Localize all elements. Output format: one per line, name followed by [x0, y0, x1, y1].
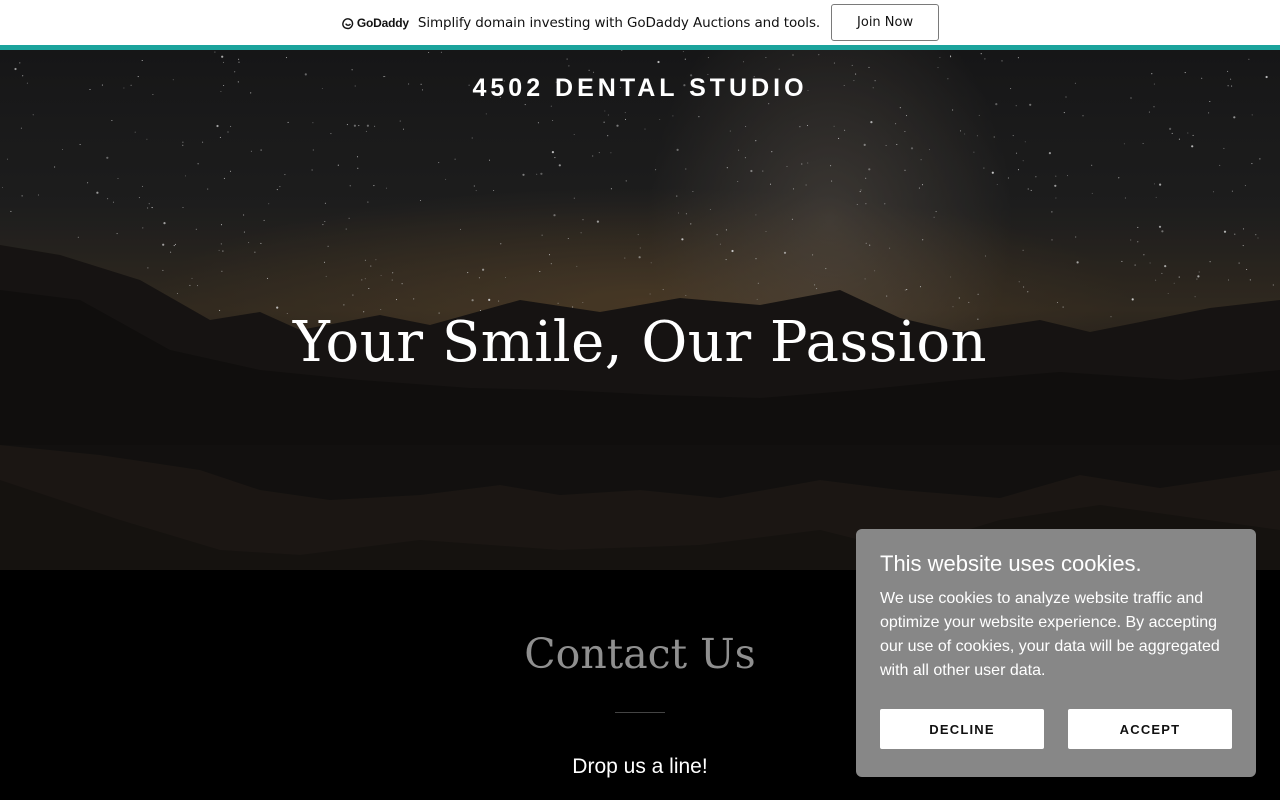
cookie-body: We use cookies to analyze website traffi…	[880, 590, 1220, 679]
godaddy-logo-text: GoDaddy	[356, 15, 409, 30]
join-now-button[interactable]: Join Now	[831, 4, 940, 41]
promo-bar: GoDaddy Simplify domain investing with G…	[0, 0, 1280, 50]
site-title[interactable]: 4502 DENTAL STUDIO	[0, 74, 1280, 103]
contact-divider	[615, 712, 665, 713]
hero-headline: Your Smile, Our Passion	[292, 310, 988, 375]
godaddy-icon	[342, 17, 354, 29]
hero-section: 4502 DENTAL STUDIO Your Smile, Our Passi…	[0, 50, 1280, 570]
accept-button[interactable]: ACCEPT	[1068, 709, 1232, 749]
promo-message: Simplify domain investing with GoDaddy A…	[417, 14, 821, 31]
cookie-banner: This website uses cookies. We use cookie…	[856, 529, 1256, 777]
cookie-actions: DECLINE ACCEPT	[880, 709, 1232, 749]
decline-button[interactable]: DECLINE	[880, 709, 1044, 749]
cookie-title: This website uses cookies.	[880, 551, 1142, 576]
godaddy-logo[interactable]: GoDaddy	[341, 16, 409, 30]
